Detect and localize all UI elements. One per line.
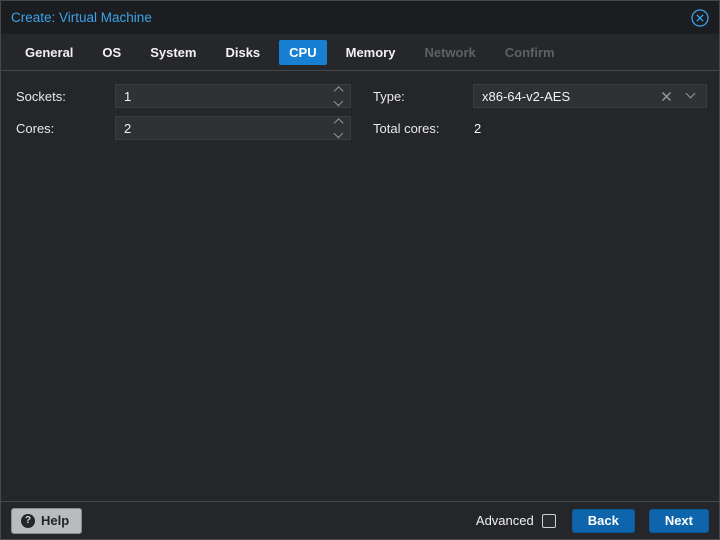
- cores-spinner: [115, 116, 351, 140]
- chevron-down-icon: [685, 88, 695, 98]
- create-vm-dialog: Create: Virtual Machine General OS Syste…: [0, 0, 720, 540]
- x-icon: [661, 91, 671, 101]
- close-button[interactable]: [690, 8, 710, 28]
- total-cores-group: Total cores: 2: [373, 121, 481, 136]
- clear-button[interactable]: [656, 85, 676, 107]
- advanced-label: Advanced: [475, 513, 534, 528]
- chevron-up-icon: [333, 118, 343, 129]
- sockets-spinner: [115, 84, 351, 108]
- tab-system[interactable]: System: [140, 40, 206, 65]
- sockets-input[interactable]: [116, 85, 350, 107]
- total-cores-label: Total cores:: [373, 120, 440, 136]
- help-button-label: Help: [41, 513, 70, 528]
- sockets-spin-buttons[interactable]: [326, 85, 350, 107]
- dialog-footer: ? Help Advanced Back Next: [1, 501, 719, 539]
- tab-general[interactable]: General: [15, 40, 83, 65]
- tab-disks[interactable]: Disks: [215, 40, 270, 65]
- cpu-panel: Sockets: Type:: [1, 71, 719, 501]
- chevron-up-icon: [333, 86, 343, 97]
- dropdown-trigger[interactable]: [680, 85, 700, 107]
- tab-network: Network: [424, 44, 476, 60]
- next-button-label: Next: [664, 513, 693, 528]
- type-group: Type:: [373, 84, 707, 108]
- sockets-label: Sockets:: [16, 88, 66, 104]
- form-row-cores-total: Cores: Total cores: 2: [16, 116, 719, 140]
- cpu-type-combobox: [473, 84, 707, 108]
- cores-label: Cores:: [16, 120, 55, 136]
- circle-x-icon: [691, 8, 709, 27]
- form-row-sockets-type: Sockets: Type:: [16, 84, 719, 108]
- tab-memory[interactable]: Memory: [336, 40, 406, 65]
- help-button[interactable]: ? Help: [11, 507, 83, 534]
- tab-confirm: Confirm: [504, 44, 555, 60]
- next-button[interactable]: Next: [648, 508, 709, 533]
- back-button[interactable]: Back: [571, 508, 635, 533]
- cores-spin-buttons[interactable]: [326, 117, 350, 139]
- type-label: Type:: [373, 88, 405, 104]
- dialog-titlebar: Create: Virtual Machine: [1, 1, 719, 34]
- cores-input[interactable]: [116, 117, 350, 139]
- total-cores-value: 2: [474, 120, 482, 136]
- tab-os[interactable]: OS: [92, 40, 131, 65]
- tab-cpu[interactable]: CPU: [279, 39, 327, 65]
- wizard-tabbar: General OS System Disks CPU Memory Netwo…: [1, 34, 719, 71]
- back-button-label: Back: [587, 513, 619, 528]
- advanced-checkbox[interactable]: [541, 513, 556, 528]
- chevron-down-icon: [333, 95, 343, 106]
- dialog-title: Create: Virtual Machine: [11, 10, 152, 25]
- question-circle-icon: ?: [21, 513, 35, 528]
- chevron-down-icon: [333, 127, 343, 138]
